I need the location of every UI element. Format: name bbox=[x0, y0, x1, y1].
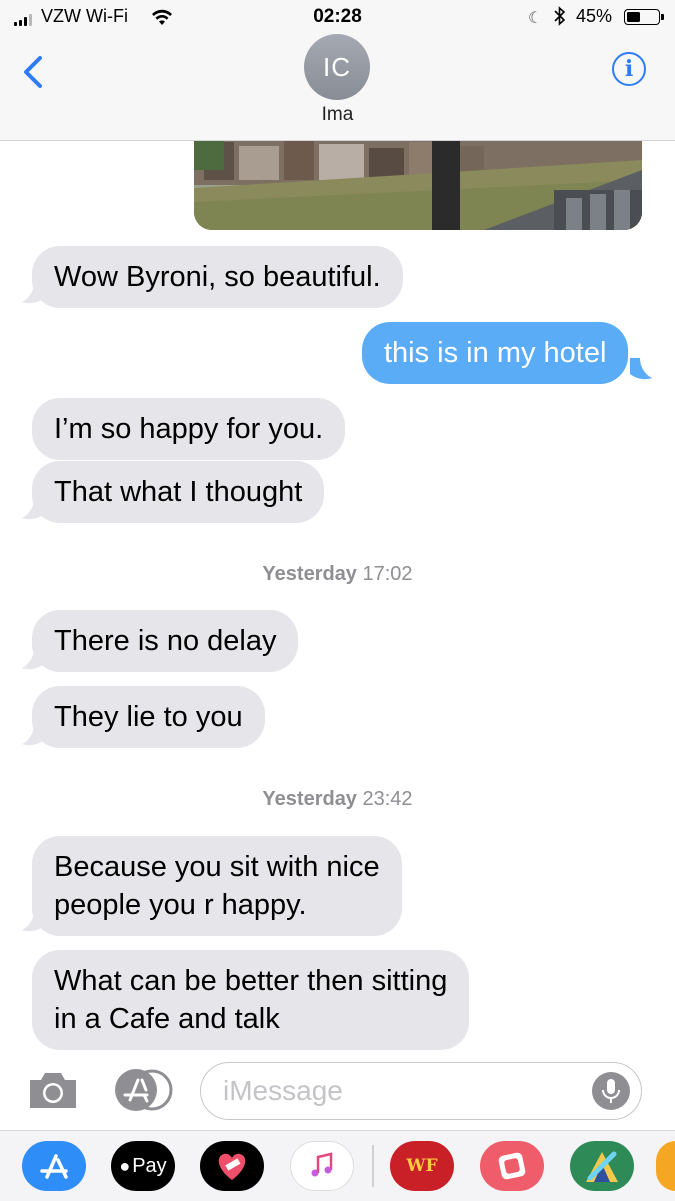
app-store-icon bbox=[115, 1069, 173, 1111]
apps-button[interactable] bbox=[114, 1068, 174, 1112]
partial-app-icon[interactable] bbox=[656, 1141, 675, 1191]
message-bubble-received[interactable]: What can be better then sitting in a Caf… bbox=[32, 950, 470, 1050]
photo-app-glyph bbox=[498, 1152, 526, 1180]
info-button[interactable]: i bbox=[612, 52, 646, 86]
message-bubble-received[interactable]: That what I thought bbox=[32, 461, 325, 523]
message-text: That what I thought bbox=[54, 476, 303, 508]
microphone-icon bbox=[602, 1079, 620, 1103]
message-bubble-sent[interactable]: this is in my hotel bbox=[362, 322, 629, 384]
message-bubble-received[interactable]: Wow Byroni, so beautiful. bbox=[32, 246, 403, 308]
apple-logo-icon: ● bbox=[119, 1155, 131, 1176]
bubble-tail bbox=[630, 358, 652, 380]
music-note-glyph bbox=[311, 1152, 333, 1177]
wells-fargo-label: WF bbox=[406, 1156, 438, 1176]
apple-pay-label: Pay bbox=[132, 1154, 167, 1177]
message-text: There is no delay bbox=[54, 625, 277, 657]
photo-app-icon[interactable] bbox=[480, 1141, 544, 1191]
battery-level bbox=[627, 12, 641, 22]
message-text: Wow Byroni, so beautiful. bbox=[54, 261, 381, 293]
drawer-divider bbox=[372, 1145, 374, 1187]
app-drawer: ● Pay WF bbox=[0, 1130, 675, 1201]
heart-glyph bbox=[218, 1153, 246, 1180]
timestamp-day: Yesterday bbox=[262, 563, 357, 585]
camera-icon bbox=[30, 1073, 76, 1108]
timestamp: Yesterday 17:02 bbox=[0, 563, 675, 586]
message-text-line: in a Cafe and talk bbox=[54, 1003, 280, 1035]
message-input-placeholder: iMessage bbox=[223, 1075, 343, 1106]
timestamp-time: 17:02 bbox=[362, 563, 413, 585]
contact-name[interactable]: Ima bbox=[0, 104, 675, 126]
message-bubble-received[interactable]: They lie to you bbox=[32, 686, 265, 748]
game-app-glyph bbox=[586, 1151, 618, 1182]
clock: 02:28 bbox=[313, 6, 362, 27]
message-text: this is in my hotel bbox=[384, 337, 607, 369]
moon-icon: ☾ bbox=[528, 10, 543, 27]
message-input[interactable]: iMessage bbox=[200, 1062, 642, 1120]
message-bubble-received[interactable]: There is no delay bbox=[32, 610, 299, 672]
apple-pay-icon[interactable]: ● Pay bbox=[111, 1141, 175, 1191]
message-text-line: Because you sit with nice bbox=[54, 851, 380, 883]
microphone-button[interactable] bbox=[592, 1072, 630, 1110]
message-text: I’m so happy for you. bbox=[54, 413, 324, 445]
status-bar: VZW Wi-Fi 02:28 ☾ 45% bbox=[0, 0, 675, 36]
info-icon: i bbox=[624, 56, 634, 82]
battery-cap bbox=[661, 14, 664, 20]
game-app-icon[interactable] bbox=[570, 1141, 634, 1191]
message-text: They lie to you bbox=[54, 701, 243, 733]
music-icon[interactable] bbox=[290, 1141, 354, 1191]
message-text-line: What can be better then sitting bbox=[54, 965, 448, 997]
bluetooth-icon bbox=[554, 6, 566, 26]
conversation-header: VZW Wi-Fi 02:28 ☾ 45% IC Ima i bbox=[0, 0, 675, 141]
message-text-line: people you r happy. bbox=[54, 889, 307, 921]
heart-sticker-icon[interactable] bbox=[200, 1141, 264, 1191]
message-bubble-received[interactable]: I’m so happy for you. bbox=[32, 398, 346, 460]
timestamp-day: Yesterday bbox=[262, 788, 357, 810]
timestamp: Yesterday 23:42 bbox=[0, 788, 675, 811]
back-button[interactable] bbox=[16, 52, 52, 92]
contact-avatar[interactable]: IC bbox=[304, 34, 370, 100]
battery-percent: 45% bbox=[576, 6, 613, 26]
battery-icon bbox=[624, 9, 660, 25]
app-store-glyph bbox=[40, 1154, 68, 1179]
camera-button[interactable] bbox=[26, 1068, 80, 1112]
app-store-icon[interactable] bbox=[22, 1141, 86, 1191]
timestamp-time: 23:42 bbox=[362, 788, 413, 810]
message-bubble-received[interactable]: Because you sit with nice people you r h… bbox=[32, 836, 402, 936]
wells-fargo-icon[interactable]: WF bbox=[390, 1141, 454, 1191]
chevron-left-icon bbox=[24, 56, 42, 88]
